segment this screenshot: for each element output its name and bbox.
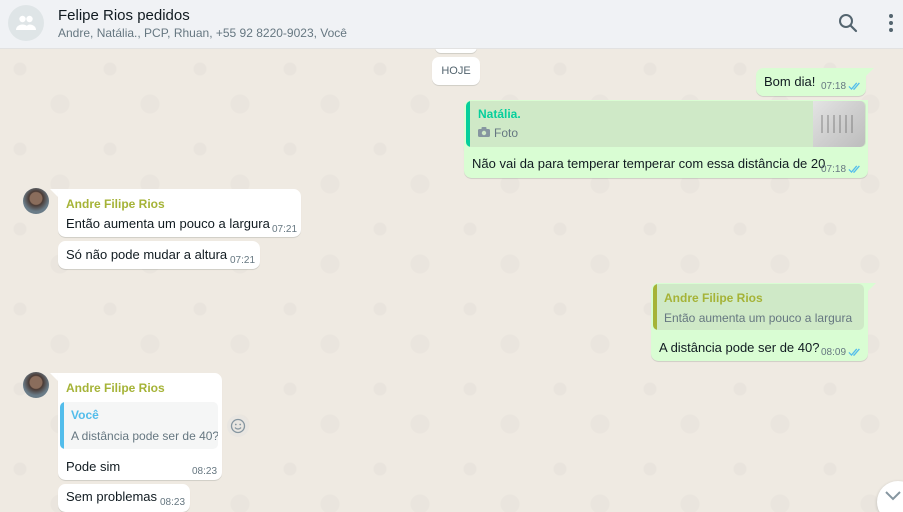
quote-bar <box>466 101 470 147</box>
message-bubble-incoming[interactable]: Só não pode mudar a altura 07:21 <box>58 241 260 269</box>
quoted-message[interactable]: Andre Filipe Rios Então aumenta um pouco… <box>653 284 864 330</box>
message-time: 07:21 <box>272 224 298 235</box>
search-icon <box>839 14 858 33</box>
group-avatar[interactable] <box>8 5 44 41</box>
double-check-read-icon <box>848 82 860 91</box>
message-time: 08:23 <box>192 466 218 477</box>
chevron-down-icon <box>885 491 901 501</box>
bubble-tail <box>50 373 58 381</box>
message-text: Não vai da para temperar temperar com es… <box>472 156 826 171</box>
message-text: Só não pode mudar a altura <box>66 247 228 262</box>
quote-text: A distância pode ser de 40? <box>71 429 218 443</box>
avatar[interactable] <box>23 188 49 214</box>
double-check-read-icon <box>848 165 860 174</box>
photo-thumbnail[interactable] <box>813 101 865 147</box>
menu-button[interactable] <box>885 13 897 38</box>
message-time: 07:21 <box>230 255 256 266</box>
message-sender[interactable]: Andre Filipe Rios <box>66 381 165 395</box>
date-divider: HOJE <box>432 57 480 85</box>
message-time: 07:18 <box>821 81 847 92</box>
message-text: Pode sim <box>66 459 121 474</box>
quote-bar <box>60 402 64 449</box>
message-text: Então aumenta um pouco a largura <box>66 216 270 231</box>
chat-title[interactable]: Felipe Rios pedidos <box>58 7 190 24</box>
message-text: Sem problemas <box>66 489 158 504</box>
message-bubble-incoming[interactable]: Andre Filipe Rios Então aumenta um pouco… <box>58 189 301 237</box>
chat-participants[interactable]: Andre, Natália., PCP, Rhuan, +55 92 8220… <box>58 26 347 40</box>
avatar[interactable] <box>23 372 49 398</box>
quote-sender: Natália. <box>478 107 521 121</box>
camera-icon <box>478 127 490 137</box>
search-button[interactable] <box>838 13 858 38</box>
quoted-message[interactable]: Você A distância pode ser de 40? <box>60 402 218 449</box>
double-check-read-icon <box>848 348 860 357</box>
quote-bar <box>653 284 657 330</box>
message-bubble-outgoing[interactable]: Bom dia! 07:18 <box>756 68 866 96</box>
message-time: 07:18 <box>821 164 847 175</box>
message-bubble-incoming[interactable]: Sem problemas 08:23 <box>58 484 190 512</box>
chat-header[interactable]: Felipe Rios pedidos Andre, Natália., PCP… <box>0 0 903 49</box>
group-icon <box>16 15 36 30</box>
quote-sender: Andre Filipe Rios <box>664 291 763 305</box>
bubble-tail <box>868 283 876 291</box>
quote-sender: Você <box>71 408 99 422</box>
message-time: 08:23 <box>160 497 186 508</box>
quote-text: Foto <box>494 126 519 140</box>
message-text: A distância pode ser de 40? <box>659 340 820 355</box>
message-text: Bom dia! <box>764 74 816 89</box>
quoted-message[interactable]: Natália. Foto <box>466 101 866 147</box>
kebab-menu-icon <box>889 14 893 32</box>
quote-text: Então aumenta um pouco a largura <box>664 311 853 325</box>
bubble-tail <box>50 189 58 197</box>
message-time: 08:09 <box>821 347 847 358</box>
message-bubble-incoming[interactable]: Andre Filipe Rios Você A distância pode … <box>58 373 222 480</box>
emoji-icon <box>230 418 246 434</box>
message-bubble-outgoing[interactable]: Andre Filipe Rios Então aumenta um pouco… <box>651 283 868 361</box>
message-bubble-outgoing[interactable]: Natália. Foto Não vai da para temperar t… <box>464 100 868 178</box>
bubble-tail <box>866 68 874 76</box>
react-button[interactable] <box>227 415 249 437</box>
message-sender[interactable]: Andre Filipe Rios <box>66 197 165 211</box>
